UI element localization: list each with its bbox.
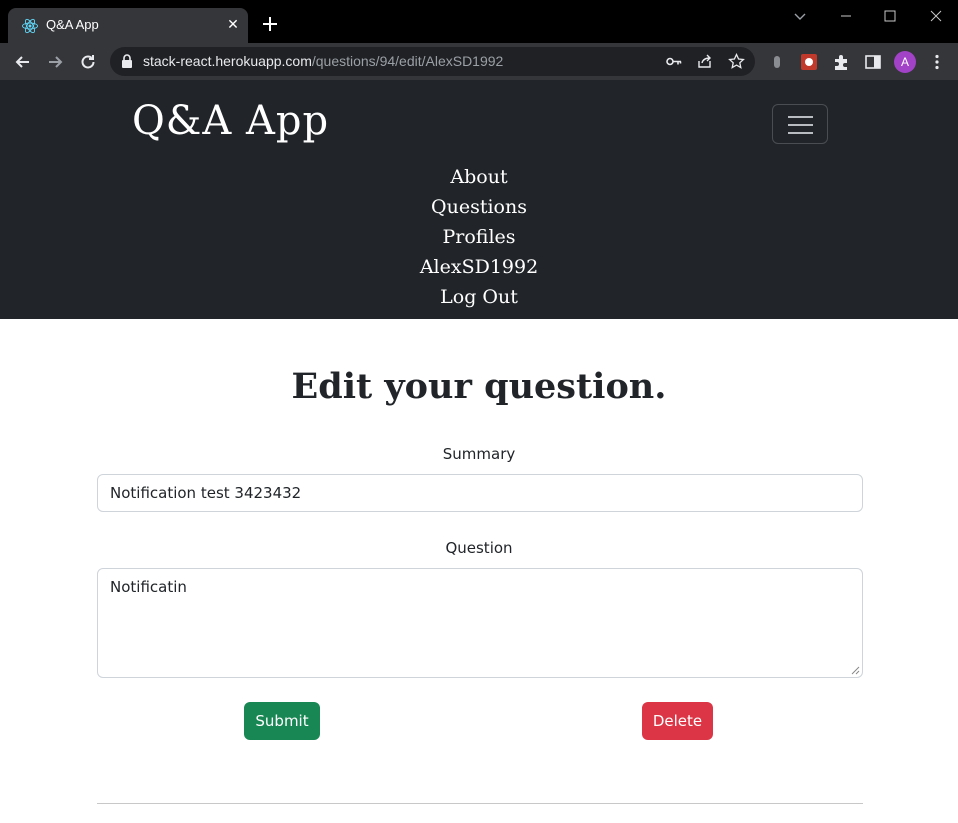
hamburger-line xyxy=(788,124,813,126)
menu-kebab-icon[interactable] xyxy=(928,53,946,71)
profile-avatar[interactable]: A xyxy=(894,51,916,73)
url-host: stack-react.herokuapp.com xyxy=(143,53,312,69)
delete-button[interactable]: Delete xyxy=(642,702,713,740)
window-close-icon[interactable] xyxy=(926,6,946,26)
extensions-puzzle-icon[interactable] xyxy=(832,53,850,71)
url-path: /questions/94/edit/AlexSD1992 xyxy=(311,53,504,69)
browser-tab[interactable]: Q&A App ✕ xyxy=(8,8,248,43)
nav-link-logout[interactable]: Log Out xyxy=(0,282,958,312)
extension-mouse-icon[interactable] xyxy=(768,53,786,71)
navbar-toggler-button[interactable] xyxy=(772,104,828,144)
nav-links: About Questions Profiles AlexSD1992 Log … xyxy=(0,162,958,312)
url-text: stack-react.herokuapp.com/questions/94/e… xyxy=(143,53,503,69)
app-navbar: Q&A App About Questions Profiles AlexSD1… xyxy=(0,80,958,319)
reload-icon[interactable] xyxy=(78,52,98,72)
key-icon[interactable] xyxy=(665,53,682,70)
brand-logo[interactable]: Q&A App xyxy=(132,98,329,144)
address-bar[interactable]: stack-react.herokuapp.com/questions/94/e… xyxy=(110,47,755,76)
browser-tabstrip: Q&A App ✕ xyxy=(0,0,958,43)
react-icon xyxy=(22,18,38,34)
new-tab-icon[interactable] xyxy=(260,14,280,34)
tab-search-icon[interactable] xyxy=(790,6,810,26)
nav-link-profiles[interactable]: Profiles xyxy=(0,222,958,252)
divider xyxy=(97,803,863,804)
tab-title: Q&A App xyxy=(46,17,99,32)
hamburger-line xyxy=(788,116,813,118)
bookmark-star-icon[interactable] xyxy=(728,53,745,70)
nav-link-about[interactable]: About xyxy=(0,162,958,192)
question-textarea[interactable]: Notificatin xyxy=(97,568,863,678)
question-label: Question xyxy=(445,539,513,557)
resize-grip-icon[interactable] xyxy=(850,665,860,675)
extension-app-icon[interactable] xyxy=(800,53,818,71)
nav-link-questions[interactable]: Questions xyxy=(0,192,958,222)
summary-label: Summary xyxy=(442,445,516,463)
close-tab-icon[interactable]: ✕ xyxy=(224,16,242,34)
nav-link-user[interactable]: AlexSD1992 xyxy=(0,252,958,282)
submit-button[interactable]: Submit xyxy=(244,702,320,740)
page-title: Edit your question. xyxy=(291,366,667,407)
lock-icon[interactable] xyxy=(120,54,134,69)
share-icon[interactable] xyxy=(696,53,713,70)
side-panel-icon[interactable] xyxy=(864,53,882,71)
summary-input[interactable]: Notification test 3423432 xyxy=(97,474,863,512)
hamburger-line xyxy=(788,132,813,134)
minimize-icon[interactable] xyxy=(836,6,856,26)
back-icon[interactable] xyxy=(13,52,33,72)
forward-icon[interactable] xyxy=(45,52,65,72)
browser-toolbar: stack-react.herokuapp.com/questions/94/e… xyxy=(0,43,958,80)
maximize-icon[interactable] xyxy=(880,6,900,26)
